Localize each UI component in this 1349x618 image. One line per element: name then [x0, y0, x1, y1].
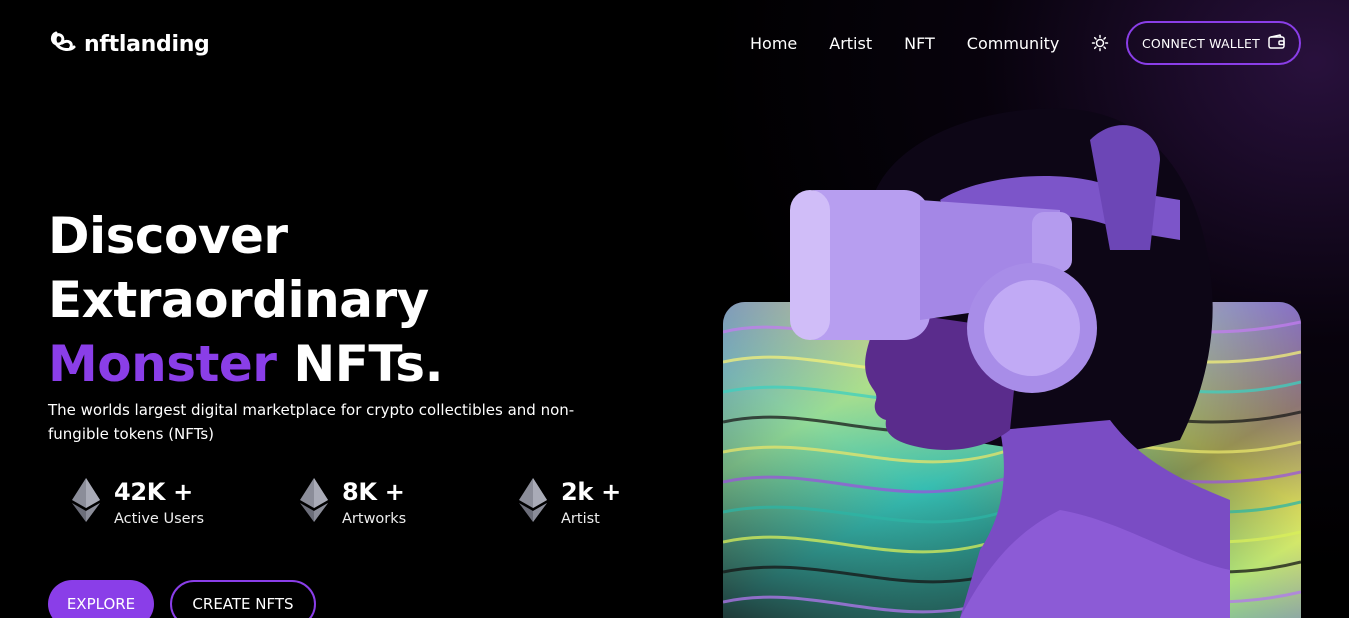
stat-artworks: 8K + Artworks — [300, 476, 406, 530]
sun-icon[interactable] — [1091, 34, 1109, 52]
ethereum-icon — [300, 476, 328, 526]
swirl-logo-icon — [48, 27, 78, 61]
ethereum-icon — [519, 476, 547, 526]
hero-title-rest: NFTs. — [276, 335, 444, 393]
hero-title-line-2: Extraordinary — [48, 271, 429, 329]
hero-title-line-1: Discover — [48, 207, 288, 265]
stat-label: Artworks — [342, 511, 407, 527]
stat-label: Active Users — [114, 511, 205, 527]
hero-title-line-3: Monster NFTs. — [48, 332, 444, 396]
stat-value: 2k + — [561, 478, 621, 506]
connect-wallet-label: CONNECT WALLET — [1142, 35, 1260, 51]
stat-active-users: 42K + Active Users — [72, 476, 204, 530]
explore-button[interactable]: EXPLORE — [48, 580, 154, 618]
hero-title-accent: Monster — [48, 335, 277, 393]
connect-wallet-button[interactable]: CONNECT WALLET — [1126, 21, 1301, 65]
nav-link-home[interactable]: Home — [750, 34, 797, 53]
stat-value: 42K + — [114, 478, 193, 506]
brand-logo[interactable]: nftlanding — [48, 28, 210, 60]
ethereum-icon — [72, 476, 100, 526]
nav-link-artist[interactable]: Artist — [829, 34, 872, 53]
main-nav: Home Artist NFT Community — [750, 30, 1141, 56]
hero-title: Discover Extraordinary Monster NFTs. — [48, 204, 444, 396]
wallet-icon — [1268, 34, 1285, 52]
vr-person-illustration — [760, 100, 1230, 618]
create-nfts-button[interactable]: CREATE NFTS — [170, 580, 316, 618]
stat-artist: 2k + Artist — [519, 476, 621, 530]
hero-description: The worlds largest digital marketplace f… — [48, 401, 575, 443]
stat-label: Artist — [561, 511, 600, 527]
stat-value: 8K + — [342, 478, 405, 506]
nav-link-nft[interactable]: NFT — [904, 34, 935, 53]
brand-name: nftlanding — [84, 31, 210, 57]
nav-link-community[interactable]: Community — [967, 34, 1060, 53]
